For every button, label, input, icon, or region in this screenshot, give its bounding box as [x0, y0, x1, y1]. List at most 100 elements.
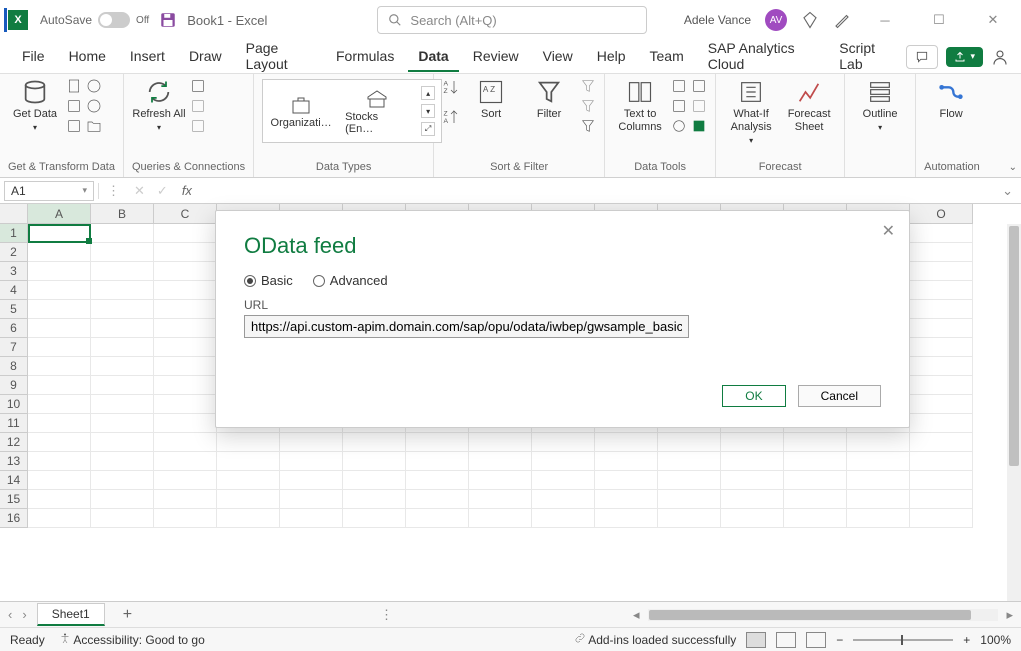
- cell[interactable]: [154, 490, 217, 509]
- diamond-icon[interactable]: [801, 11, 819, 29]
- cell[interactable]: [469, 433, 532, 452]
- cell[interactable]: [784, 452, 847, 471]
- cell[interactable]: [658, 452, 721, 471]
- expand-formula-icon[interactable]: ⌄: [994, 183, 1021, 199]
- flash-fill-icon[interactable]: [671, 78, 687, 94]
- flow-button[interactable]: Flow: [924, 78, 978, 121]
- relationships-icon[interactable]: [691, 98, 707, 114]
- tab-file[interactable]: File: [12, 42, 55, 72]
- cell[interactable]: [154, 509, 217, 528]
- tab-formulas[interactable]: Formulas: [326, 42, 404, 72]
- cell[interactable]: [910, 414, 973, 433]
- cell[interactable]: [343, 433, 406, 452]
- row-header[interactable]: 12: [0, 433, 28, 452]
- zoom-in-icon[interactable]: +: [963, 633, 970, 647]
- search-box[interactable]: Search (Alt+Q): [377, 6, 647, 34]
- share-button[interactable]: ▾: [946, 47, 983, 67]
- cell[interactable]: [28, 243, 91, 262]
- cell[interactable]: [469, 452, 532, 471]
- cell[interactable]: [91, 281, 154, 300]
- col-header[interactable]: B: [91, 204, 154, 224]
- cell[interactable]: [784, 433, 847, 452]
- cell[interactable]: [595, 509, 658, 528]
- cell[interactable]: [784, 509, 847, 528]
- zoom-level[interactable]: 100%: [980, 633, 1011, 647]
- cell[interactable]: [28, 338, 91, 357]
- row-header[interactable]: 10: [0, 395, 28, 414]
- cell[interactable]: [28, 300, 91, 319]
- queries-icon[interactable]: [190, 78, 206, 94]
- data-types-gallery[interactable]: Organizati… Stocks (En… ▴▾⤢: [262, 79, 442, 143]
- cell[interactable]: [280, 490, 343, 509]
- cell[interactable]: [343, 471, 406, 490]
- close-button[interactable]: ✕: [973, 5, 1013, 35]
- cell[interactable]: [28, 414, 91, 433]
- scroll-up-icon[interactable]: ▴: [421, 86, 435, 100]
- text-to-columns-button[interactable]: Text to Columns: [613, 78, 667, 134]
- cell[interactable]: [154, 338, 217, 357]
- cell[interactable]: [280, 471, 343, 490]
- cell[interactable]: [91, 300, 154, 319]
- cell[interactable]: [154, 433, 217, 452]
- name-box[interactable]: A1▾: [4, 181, 94, 201]
- row-header[interactable]: 13: [0, 452, 28, 471]
- cell[interactable]: [154, 395, 217, 414]
- consolidate-icon[interactable]: [691, 78, 707, 94]
- cell[interactable]: [28, 433, 91, 452]
- cell[interactable]: [469, 490, 532, 509]
- cell[interactable]: [532, 509, 595, 528]
- sheet-tab-sheet1[interactable]: Sheet1: [37, 603, 105, 626]
- tab-insert[interactable]: Insert: [120, 42, 175, 72]
- cell[interactable]: [280, 433, 343, 452]
- cell[interactable]: [91, 471, 154, 490]
- cell[interactable]: [343, 452, 406, 471]
- sheet-prev-icon[interactable]: ‹: [8, 607, 12, 622]
- tab-help[interactable]: Help: [587, 42, 636, 72]
- cell[interactable]: [658, 471, 721, 490]
- cell[interactable]: [910, 357, 973, 376]
- cell[interactable]: [910, 376, 973, 395]
- tab-review[interactable]: Review: [463, 42, 529, 72]
- existing-icon[interactable]: [66, 118, 82, 134]
- tab-view[interactable]: View: [533, 42, 583, 72]
- dots-icon[interactable]: ⋮: [107, 183, 120, 199]
- cell[interactable]: [154, 414, 217, 433]
- cell[interactable]: [406, 471, 469, 490]
- accessibility-status[interactable]: Accessibility: Good to go: [59, 632, 205, 647]
- cell[interactable]: [91, 338, 154, 357]
- cell[interactable]: [721, 509, 784, 528]
- zoom-slider[interactable]: [853, 639, 953, 641]
- cell[interactable]: [217, 490, 280, 509]
- collapse-ribbon-icon[interactable]: ⌄: [1009, 162, 1017, 173]
- get-data-button[interactable]: Get Data ▾: [8, 78, 62, 133]
- cell[interactable]: [658, 490, 721, 509]
- edit-links-icon[interactable]: [190, 118, 206, 134]
- cell[interactable]: [910, 262, 973, 281]
- advanced-filter-icon[interactable]: [580, 118, 596, 134]
- ok-button[interactable]: OK: [722, 385, 785, 407]
- cell[interactable]: [910, 395, 973, 414]
- recent-icon[interactable]: [86, 98, 102, 114]
- cell[interactable]: [28, 376, 91, 395]
- cell[interactable]: [154, 243, 217, 262]
- cell[interactable]: [847, 452, 910, 471]
- cell[interactable]: [469, 471, 532, 490]
- folder-icon[interactable]: [86, 118, 102, 134]
- col-header[interactable]: A: [28, 204, 91, 224]
- tab-scriptlab[interactable]: Script Lab: [829, 34, 902, 80]
- cell[interactable]: [91, 243, 154, 262]
- cancel-button[interactable]: Cancel: [798, 385, 881, 407]
- forecast-button[interactable]: Forecast Sheet: [782, 78, 836, 134]
- cell[interactable]: [91, 224, 154, 243]
- cell[interactable]: [28, 319, 91, 338]
- row-header[interactable]: 14: [0, 471, 28, 490]
- cell[interactable]: [532, 433, 595, 452]
- enter-formula-icon[interactable]: ✓: [151, 183, 174, 199]
- cell[interactable]: [91, 319, 154, 338]
- cell[interactable]: [91, 452, 154, 471]
- cell[interactable]: [280, 509, 343, 528]
- whatif-button[interactable]: What-If Analysis ▾: [724, 78, 778, 146]
- cell[interactable]: [910, 338, 973, 357]
- cell[interactable]: [595, 433, 658, 452]
- tab-draw[interactable]: Draw: [179, 42, 232, 72]
